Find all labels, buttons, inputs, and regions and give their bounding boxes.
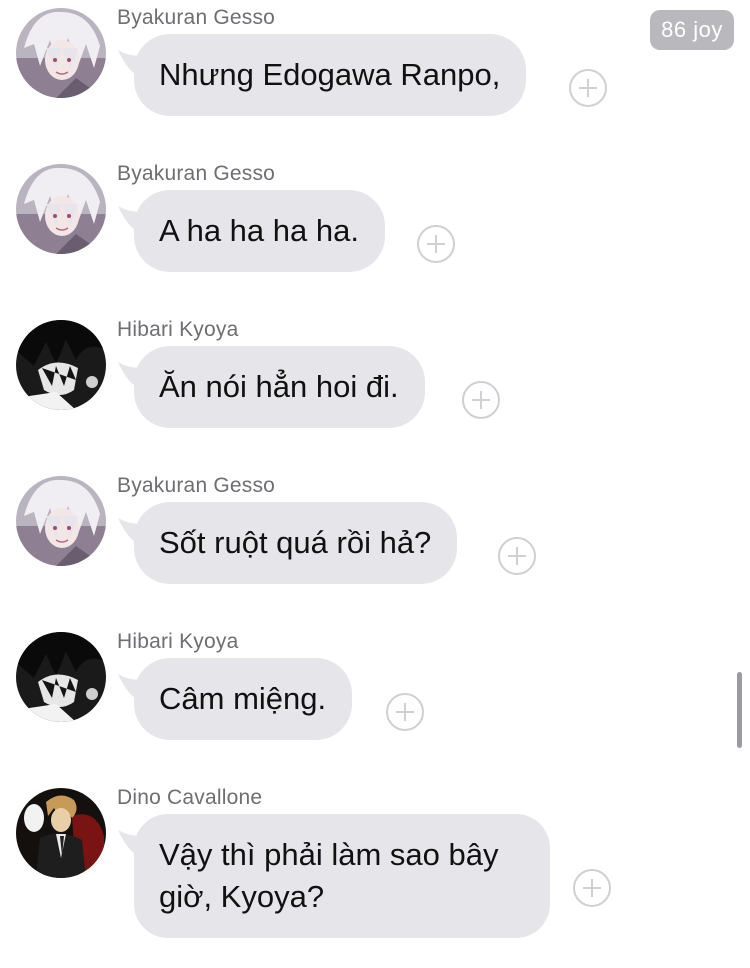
- avatar-image: [16, 164, 106, 254]
- add-reaction-button[interactable]: [386, 693, 424, 731]
- dino-avatar[interactable]: [16, 788, 106, 878]
- hibari-avatar[interactable]: [16, 632, 106, 722]
- sender-name: Byakuran Gesso: [117, 162, 276, 185]
- avatar-image: [16, 632, 106, 722]
- sender-name: Hibari Kyoya: [117, 318, 239, 341]
- avatar-image: [16, 320, 106, 410]
- add-reaction-icon: [508, 547, 526, 565]
- add-reaction-button[interactable]: [417, 225, 455, 263]
- sender-name: Byakuran Gesso: [117, 474, 276, 497]
- sender-name: Dino Cavallone: [117, 786, 263, 809]
- hibari-avatar[interactable]: [16, 320, 106, 410]
- scrollbar[interactable]: [737, 672, 742, 748]
- sender-name: Hibari Kyoya: [117, 630, 239, 653]
- add-reaction-button[interactable]: [569, 69, 607, 107]
- add-reaction-icon: [427, 235, 445, 253]
- byakuran-avatar[interactable]: [16, 476, 106, 566]
- message-bubble[interactable]: Nhưng Edogawa Ranpo,: [134, 34, 527, 116]
- add-reaction-button[interactable]: [462, 381, 500, 419]
- add-reaction-icon: [583, 879, 601, 897]
- message-bubble[interactable]: Ăn nói hẳn hoi đi.: [134, 346, 425, 428]
- avatar-image: [16, 476, 106, 566]
- add-reaction-button[interactable]: [573, 869, 611, 907]
- add-reaction-icon: [472, 391, 490, 409]
- byakuran-avatar[interactable]: [16, 164, 106, 254]
- message-bubble[interactable]: Vậy thì phải làm sao bây giờ, Kyoya?: [134, 814, 550, 938]
- message-bubble[interactable]: Sốt ruột quá rồi hả?: [134, 502, 458, 584]
- add-reaction-icon: [579, 79, 597, 97]
- avatar-image: [16, 8, 106, 98]
- message-bubble[interactable]: Câm miệng.: [134, 658, 353, 740]
- byakuran-avatar[interactable]: [16, 8, 106, 98]
- add-reaction-icon: [396, 703, 414, 721]
- message-bubble[interactable]: A ha ha ha ha.: [134, 190, 385, 272]
- points-badge: 86 joy: [650, 10, 734, 50]
- avatar-image: [16, 788, 106, 878]
- add-reaction-button[interactable]: [498, 537, 536, 575]
- sender-name: Byakuran Gesso: [117, 6, 276, 29]
